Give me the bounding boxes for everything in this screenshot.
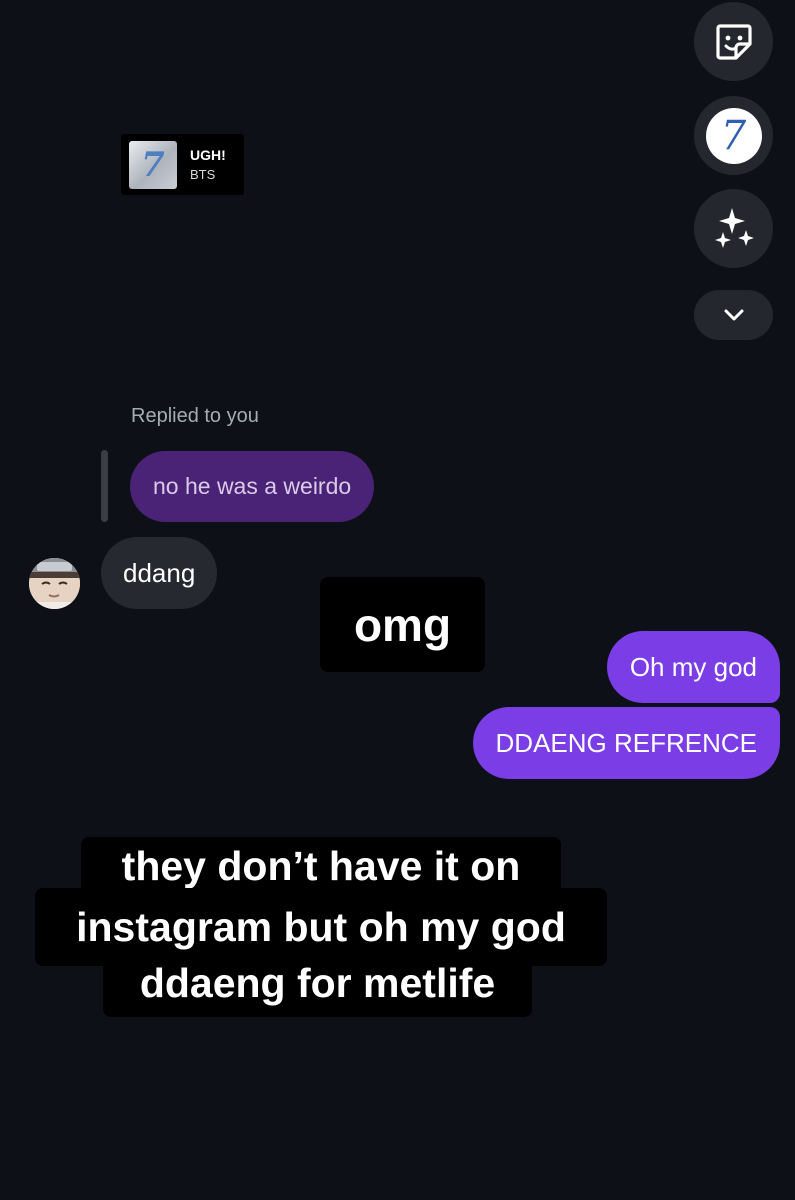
- chevron-down-icon: [724, 309, 743, 321]
- received-message[interactable]: ddang: [101, 537, 218, 609]
- replied-to-label: Replied to you: [131, 405, 259, 427]
- song-title: UGH!: [190, 147, 226, 163]
- quoted-message[interactable]: no he was a weirdo: [130, 451, 375, 522]
- album-badge: 7: [705, 107, 762, 164]
- caption-omg: omg: [320, 577, 485, 672]
- avatar[interactable]: [29, 558, 80, 609]
- sent-message[interactable]: Oh my god: [606, 631, 780, 703]
- effects-button[interactable]: [694, 189, 773, 268]
- sticker-button[interactable]: [694, 2, 773, 81]
- caption-line: ddaeng for metlife: [103, 950, 532, 1017]
- sparkles-icon: [714, 207, 754, 248]
- collapse-tools-button[interactable]: [694, 290, 773, 340]
- sent-message[interactable]: DDAENG REFRENCE: [472, 707, 780, 779]
- sticker-icon: [715, 23, 752, 60]
- album-cover: 7: [129, 140, 177, 189]
- album-art-button[interactable]: 7: [694, 96, 773, 175]
- reply-indicator-bar: [101, 450, 108, 522]
- song-artist: BTS: [190, 167, 216, 182]
- music-sticker[interactable]: 7 UGH! BTS: [121, 134, 244, 195]
- caption-line: they don’t have it on: [81, 837, 561, 895]
